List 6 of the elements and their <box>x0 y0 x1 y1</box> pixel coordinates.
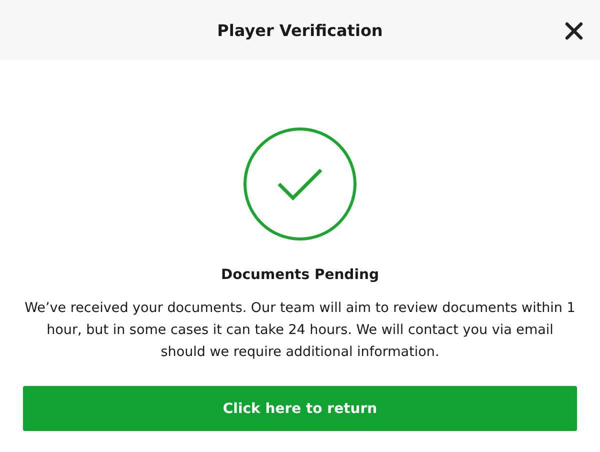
check-circle-icon <box>243 127 357 241</box>
dialog-title: Player Verification <box>217 20 383 40</box>
status-heading: Documents Pending <box>221 267 379 283</box>
close-icon[interactable] <box>564 21 584 41</box>
return-button[interactable]: Click here to return <box>23 386 577 431</box>
status-message: We’ve received your documents. Our team will aim to review documents within 1 hour, but in some cases it can take 24 hours. We will contact you via email should we require additional information. <box>24 299 576 362</box>
